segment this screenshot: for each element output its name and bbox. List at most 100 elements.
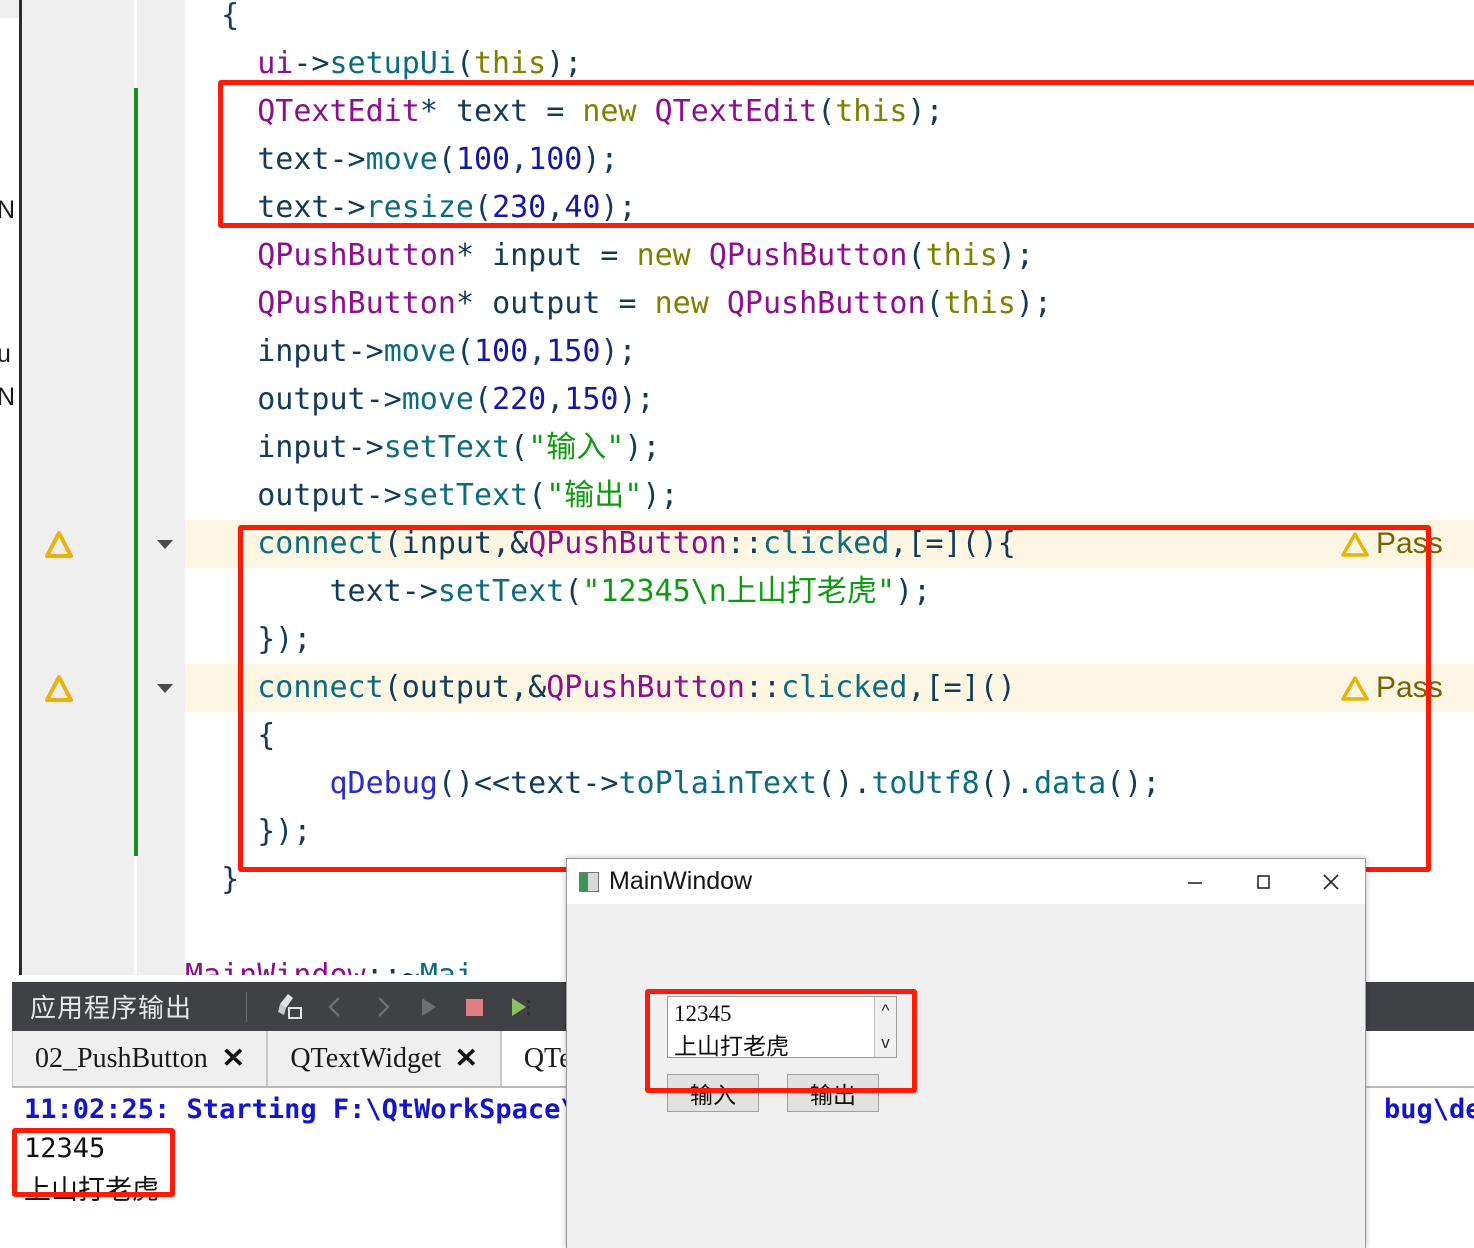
code-line[interactable]: output->move(220,150); [185, 376, 1474, 424]
code-line[interactable]: text->setText("12345\n上山打老虎"); [185, 568, 1474, 616]
input-button[interactable]: 输入 [667, 1074, 759, 1112]
code-token: * [455, 238, 493, 273]
code-token: :: [744, 670, 782, 705]
code-line[interactable]: }); [185, 616, 1474, 664]
close-tab-icon[interactable]: ✕ [455, 1043, 479, 1074]
scroll-down-icon[interactable]: v [881, 1033, 890, 1053]
maximize-button[interactable] [1229, 859, 1297, 904]
code-token: ( [528, 478, 547, 513]
minimize-button[interactable] [1161, 859, 1229, 904]
clear-output-icon[interactable] [267, 984, 313, 1030]
code-token: "输出" [546, 478, 643, 513]
code-token: -> [365, 478, 402, 513]
output-button[interactable]: 输出 [787, 1074, 879, 1112]
code-token: QPushButton [528, 526, 727, 561]
code-token: ); [997, 238, 1034, 273]
warning-triangle-icon[interactable] [44, 664, 74, 712]
code-token: ); [582, 142, 619, 177]
code-line[interactable]: { [185, 0, 1474, 40]
console-start-line: 11:02:25: Starting F:\QtWorkSpace\b [24, 1094, 593, 1125]
stop-icon[interactable] [451, 984, 497, 1030]
code-line[interactable]: connect(output,&QPushButton::clicked,[=]… [185, 664, 1474, 712]
code-token: ); [642, 478, 679, 513]
scroll-up-icon[interactable]: ^ [882, 1001, 890, 1021]
code-token: new [636, 238, 691, 273]
code-token: { [185, 0, 240, 33]
code-token: clicked [781, 670, 908, 705]
code-editor[interactable]: 9101112131415161718192021222324252627282… [22, 0, 1474, 993]
code-line[interactable]: text->resize(230,40); [185, 184, 1474, 232]
code-text-area[interactable]: { ui->setupUi(this); QTextEdit* text = n… [185, 0, 1474, 975]
warning-triangle-icon [1341, 676, 1369, 701]
run-icon[interactable] [405, 984, 451, 1030]
fold-arrow-icon[interactable] [154, 520, 176, 568]
qtextedit-scrollbar[interactable]: ^ v [874, 997, 896, 1057]
change-bar [134, 472, 138, 520]
code-token: (); [1106, 766, 1161, 801]
code-token: this [925, 238, 998, 273]
code-token: , [528, 334, 547, 369]
code-token: ( [510, 430, 529, 465]
next-item-icon[interactable] [359, 984, 405, 1030]
application-icon [579, 871, 599, 892]
change-bar [134, 136, 138, 184]
code-line[interactable]: input->setText("输入"); [185, 424, 1474, 472]
change-bar [134, 520, 138, 568]
previous-item-icon[interactable] [313, 984, 359, 1030]
output-tab-bar[interactable]: 02_PushButton ✕ QTextWidget ✕ QTex [12, 1031, 609, 1087]
code-line[interactable]: output->setText("输出"); [185, 472, 1474, 520]
code-line[interactable]: ui->setupUi(this); [185, 40, 1474, 88]
code-line[interactable]: qDebug()<<text->toPlainText().toUtf8().d… [185, 760, 1474, 808]
close-button[interactable] [1297, 859, 1365, 904]
qtextedit-widget[interactable]: 12345 上山打老虎 ^ v [667, 996, 897, 1058]
code-token: output [257, 382, 366, 417]
rerun-icon[interactable] [497, 984, 543, 1030]
code-line[interactable]: QTextEdit* text = new QTextEdit(this); [185, 88, 1474, 136]
warning-triangle-icon [1341, 532, 1369, 557]
code-token: ()<< [437, 766, 511, 801]
code-token: ( [474, 382, 493, 417]
output-tab[interactable]: 02_PushButton ✕ [12, 1031, 268, 1087]
code-line[interactable]: }); [185, 808, 1474, 856]
output-tab[interactable]: QTextWidget ✕ [267, 1031, 501, 1087]
code-token: ( [383, 526, 402, 561]
code-token: = [582, 238, 637, 273]
code-token: move [401, 382, 474, 417]
code-token: (). [817, 766, 872, 801]
change-bar [134, 328, 138, 376]
mainwindow-window-controls[interactable] [1161, 859, 1365, 904]
code-token: ( [817, 94, 836, 129]
code-token: QPushButton [708, 238, 908, 273]
code-token: setupUi [329, 46, 456, 81]
change-bar [134, 88, 138, 136]
code-line[interactable]: text->move(100,100); [185, 136, 1474, 184]
left-panel-letter-1: N [0, 196, 15, 225]
mainwindow-dialog[interactable]: MainWindow 12345 上山打老虎 ^ v 输入 输出 [566, 858, 1366, 1248]
console-start-line-tail: bug\deb [1384, 1094, 1474, 1125]
code-token: this [474, 46, 547, 81]
code-token: ( [455, 334, 474, 369]
qtextedit-line-2: 上山打老虎 [674, 1034, 789, 1058]
screen-root: N u N 9101112131415161718192021222324252… [0, 0, 1474, 1248]
warning-triangle-icon[interactable] [44, 520, 74, 568]
change-bar [134, 664, 138, 712]
qtextedit-line-1: 12345 [674, 1001, 732, 1026]
code-token: ,[=](){ [889, 526, 1016, 561]
mainwindow-titlebar[interactable]: MainWindow [567, 859, 1365, 904]
code-token: ,& [510, 670, 547, 705]
annotation-label: Pass [1376, 671, 1443, 704]
code-token: new [654, 286, 709, 321]
code-token: setText [437, 574, 565, 609]
fold-arrow-icon[interactable] [154, 664, 176, 712]
code-token: this [943, 286, 1016, 321]
code-line[interactable]: QPushButton* output = new QPushButton(th… [185, 280, 1474, 328]
code-line[interactable]: connect(input,&QPushButton::clicked,[=](… [185, 520, 1474, 568]
close-tab-icon[interactable]: ✕ [221, 1043, 245, 1074]
code-line[interactable]: QPushButton* input = new QPushButton(thi… [185, 232, 1474, 280]
code-token: ); [600, 334, 637, 369]
code-line[interactable]: { [185, 712, 1474, 760]
code-line[interactable]: input->move(100,150); [185, 328, 1474, 376]
